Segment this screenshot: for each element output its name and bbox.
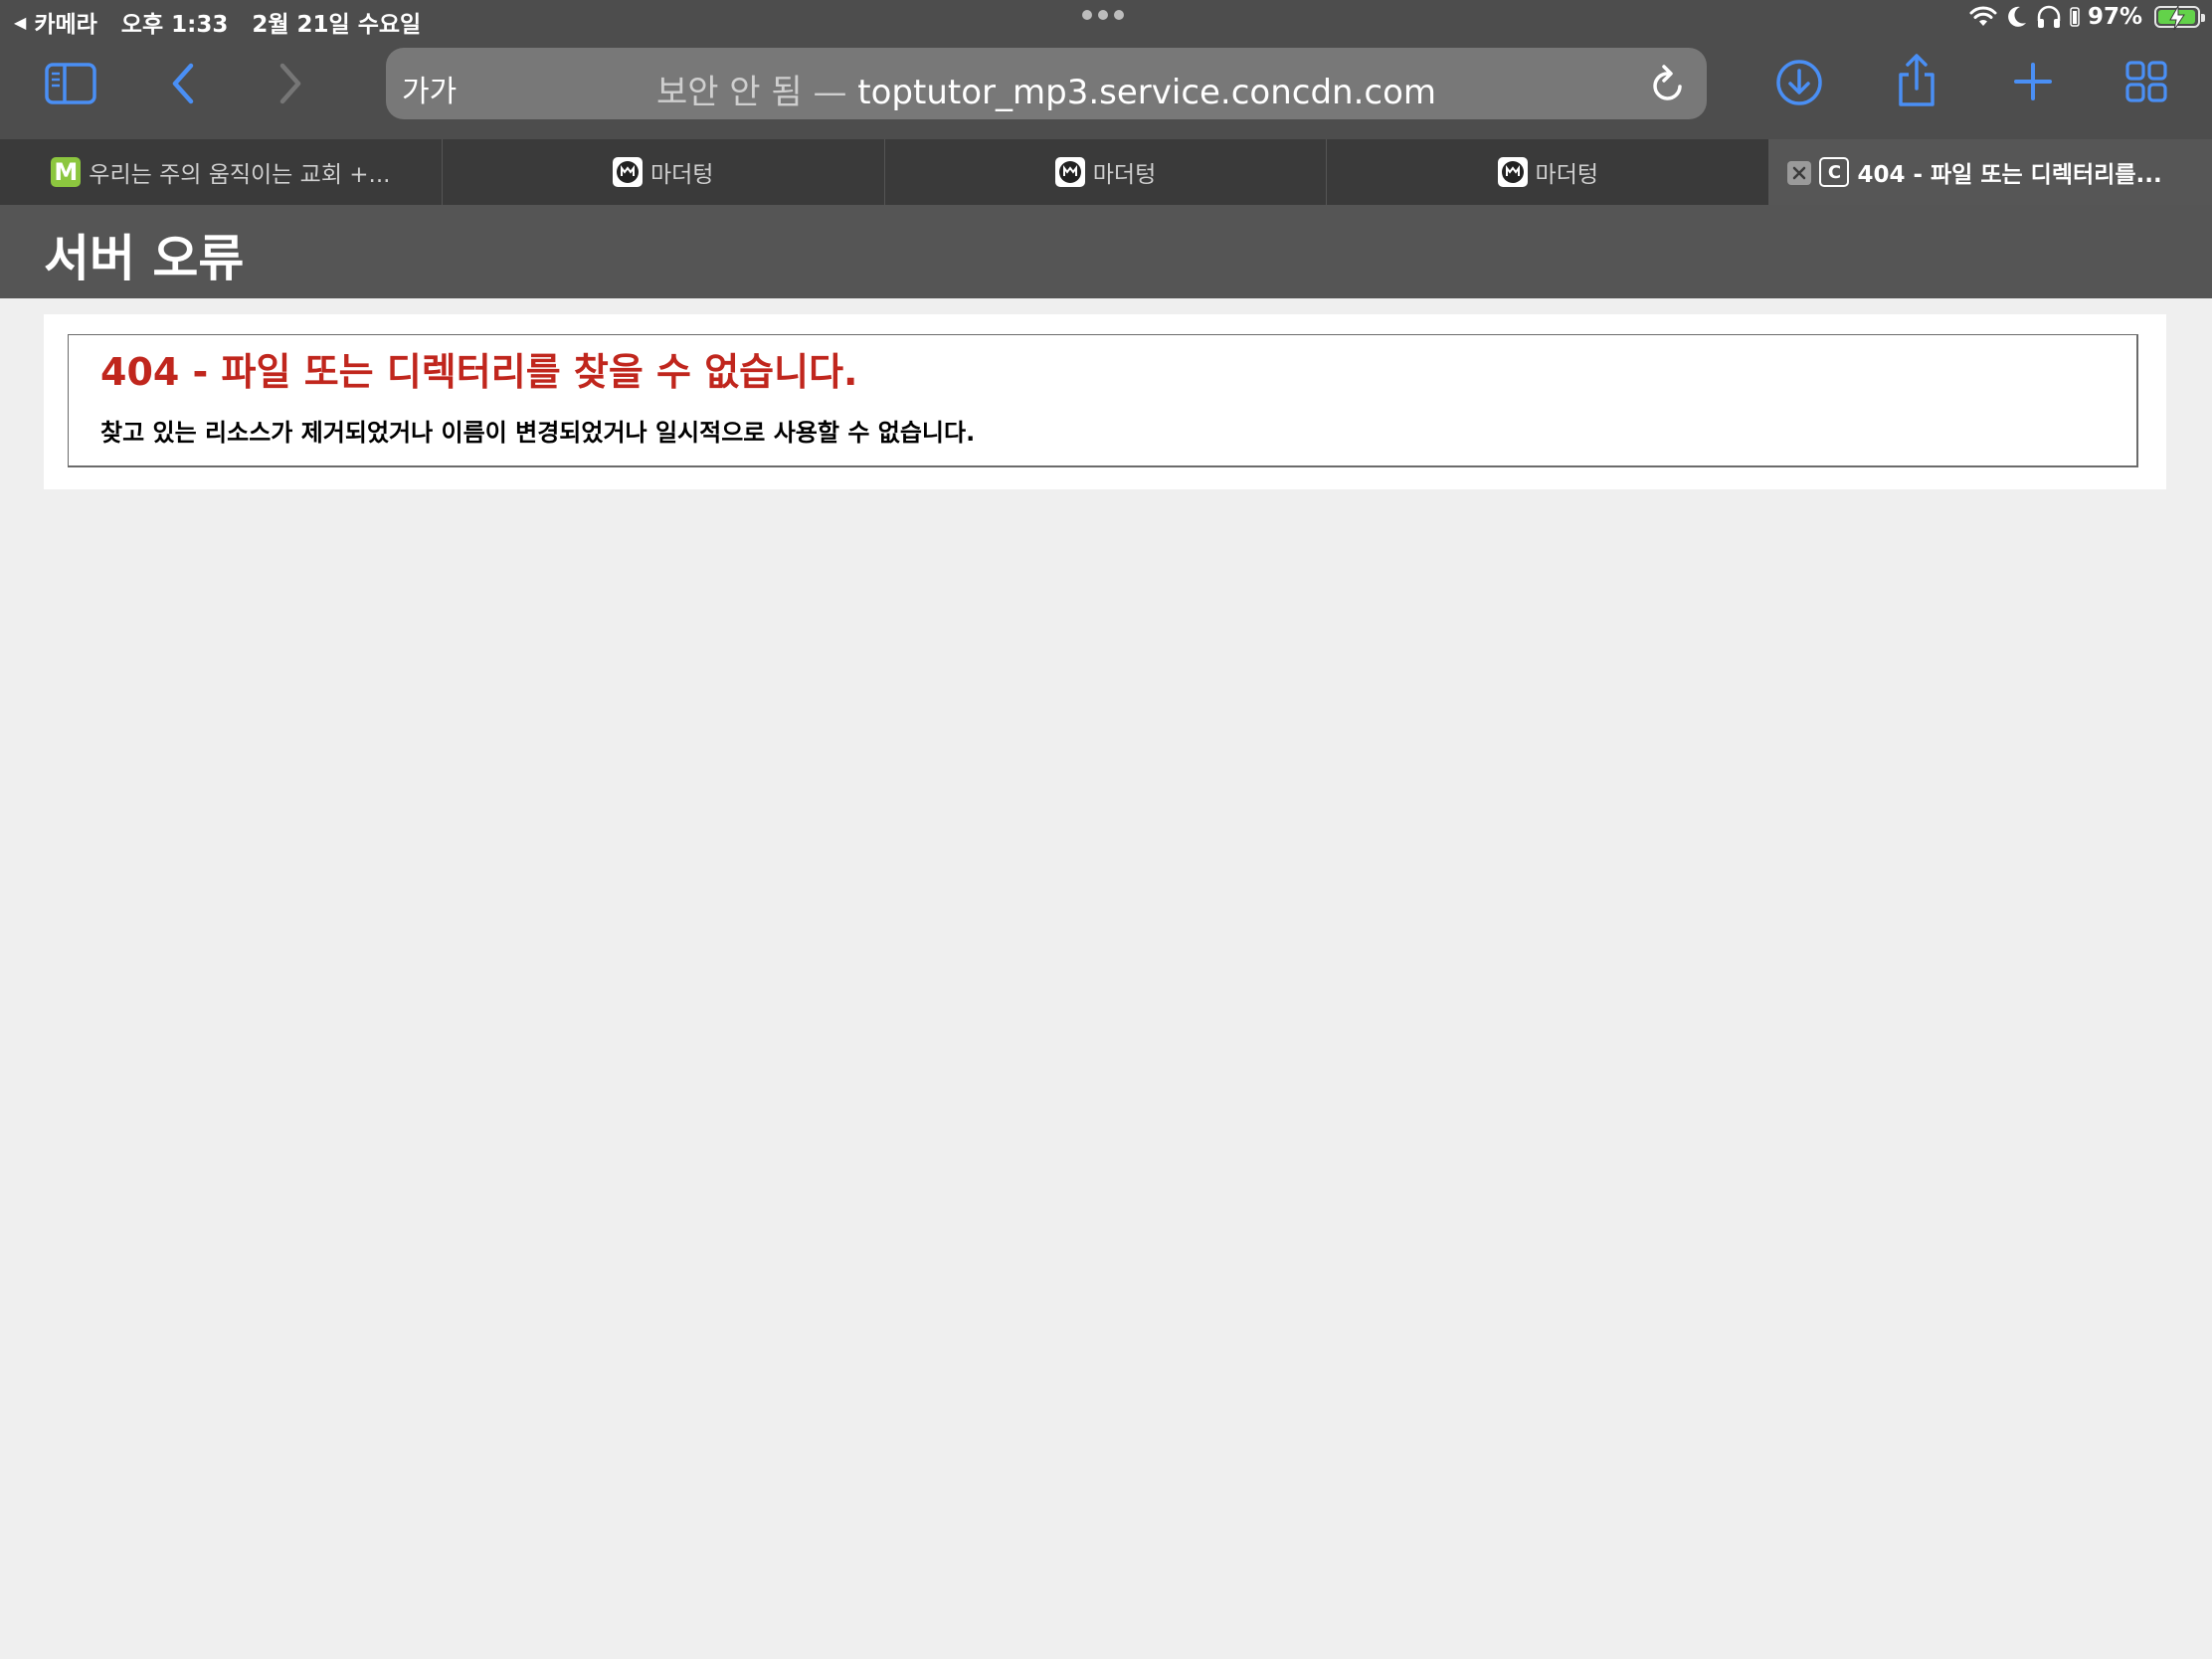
wifi-icon bbox=[1969, 6, 1997, 26]
back-to-app-label[interactable]: 카메라 bbox=[34, 5, 96, 39]
tab-4[interactable]: 마더텅 bbox=[1327, 139, 1770, 205]
tab-3[interactable]: 마더텅 bbox=[885, 139, 1328, 205]
address-bar[interactable]: 가가 보안 안 됨 — toptutor_mp3.service.concdn.… bbox=[386, 48, 1707, 119]
status-left: ◀ 카메라 오후 1:33 2월 21일 수요일 bbox=[14, 5, 421, 39]
error-title: 404 - 파일 또는 디렉터리를 찾을 수 없습니다. bbox=[100, 350, 858, 394]
tab-5-active[interactable]: C 404 - 파일 또는 디렉터리를... bbox=[1769, 139, 2212, 205]
tab-bar: M 우리는 주의 움직이는 교회 +... 마더텅 마더텅 마더텅 C 404 … bbox=[0, 139, 2212, 205]
headphones-icon bbox=[2037, 5, 2061, 28]
back-icon bbox=[172, 63, 194, 104]
url-host: toptutor_mp3.service.concdn.com bbox=[857, 73, 1437, 112]
tab-2[interactable]: 마더텅 bbox=[443, 139, 885, 205]
forward-button[interactable] bbox=[273, 60, 308, 107]
tab-label: 우리는 주의 움직이는 교회 +... bbox=[89, 162, 391, 188]
tab-label: 마더텅 bbox=[649, 162, 714, 188]
error-box: 404 - 파일 또는 디렉터리를 찾을 수 없습니다. 찾고 있는 리소스가 … bbox=[68, 334, 2138, 467]
tab-overview-icon bbox=[2125, 61, 2167, 102]
status-date: 2월 21일 수요일 bbox=[252, 12, 422, 38]
browser-toolbar: 가가 보안 안 됨 — toptutor_mp3.service.concdn.… bbox=[0, 40, 2212, 139]
tab-label: 마더텅 bbox=[1535, 162, 1599, 188]
tab-favicon-m: M bbox=[51, 157, 82, 187]
download-button[interactable] bbox=[1774, 58, 1824, 107]
tab-label: 404 - 파일 또는 디렉터리를... bbox=[1857, 162, 2162, 188]
tab-1[interactable]: M 우리는 주의 움직이는 교회 +... bbox=[0, 139, 443, 205]
sidebar-button[interactable] bbox=[44, 60, 97, 107]
status-time: 오후 1:33 bbox=[120, 12, 229, 38]
battery-percent: 97% bbox=[2087, 4, 2142, 30]
page-header: 서버 오류 bbox=[0, 205, 2212, 298]
share-icon bbox=[1899, 54, 1935, 106]
mother-tongue-favicon-icon bbox=[1054, 157, 1085, 187]
back-to-app-icon[interactable]: ◀ bbox=[14, 13, 26, 32]
tab-favicon-c: C bbox=[1819, 157, 1850, 187]
reload-button[interactable] bbox=[1649, 64, 1687, 107]
multitasking-dots[interactable] bbox=[1082, 10, 1124, 20]
download-icon bbox=[1776, 60, 1822, 105]
status-bar: ◀ 카메라 오후 1:33 2월 21일 수요일 97% bbox=[0, 0, 2212, 40]
tab-label: 마더텅 bbox=[1092, 162, 1157, 188]
status-right: 97% bbox=[1968, 4, 2205, 31]
url-security-warning: 보안 안 됨 — bbox=[655, 73, 847, 112]
url-display[interactable]: 보안 안 됨 — toptutor_mp3.service.concdn.com bbox=[386, 65, 1707, 113]
close-icon bbox=[1792, 166, 1806, 180]
page-title: 서버 오류 bbox=[44, 230, 245, 287]
mother-tongue-favicon-icon bbox=[612, 157, 643, 187]
reload-icon bbox=[1653, 65, 1682, 100]
sidebar-icon bbox=[45, 63, 96, 104]
error-description: 찾고 있는 리소스가 제거되었거나 이름이 변경되었거나 일시적으로 사용할 수… bbox=[100, 419, 976, 447]
battery-icon bbox=[2154, 5, 2205, 31]
new-tab-button[interactable] bbox=[2011, 60, 2055, 103]
tab-overview-button[interactable] bbox=[2124, 60, 2168, 103]
new-tab-icon bbox=[2014, 63, 2052, 100]
forward-icon bbox=[279, 63, 301, 104]
content-container: 404 - 파일 또는 디렉터리를 찾을 수 없습니다. 찾고 있는 리소스가 … bbox=[44, 314, 2166, 489]
share-button[interactable] bbox=[1894, 52, 1939, 109]
tab-close-button[interactable] bbox=[1787, 161, 1812, 185]
moon-icon bbox=[2008, 6, 2026, 27]
back-button[interactable] bbox=[165, 60, 201, 107]
mother-tongue-favicon-icon bbox=[1497, 157, 1528, 187]
headphone-battery-icon bbox=[2070, 7, 2080, 27]
